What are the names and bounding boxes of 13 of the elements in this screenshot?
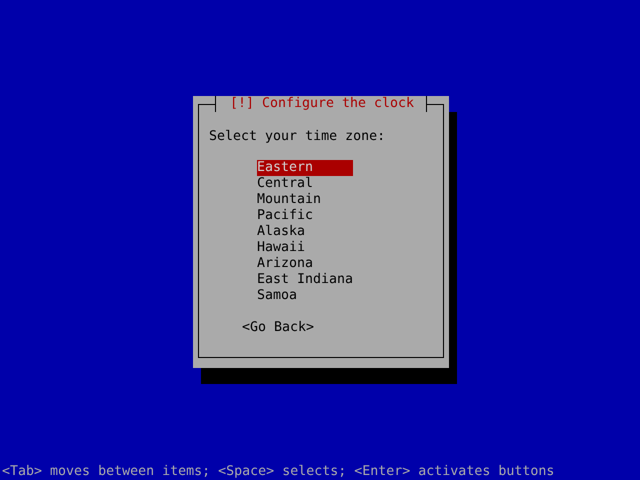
prompt-text: Select your time zone: [209, 129, 386, 145]
time-zone-option[interactable]: Eastern [257, 160, 353, 176]
time-zone-option[interactable]: Central [257, 176, 353, 192]
time-zone-option[interactable]: Hawaii [257, 240, 353, 256]
time-zone-option[interactable]: Arizona [257, 256, 353, 272]
go-back-button[interactable]: <Go Back> [242, 320, 314, 336]
time-zone-option[interactable]: Alaska [257, 224, 353, 240]
time-zone-option[interactable]: Mountain [257, 192, 353, 208]
time-zone-option[interactable]: East Indiana [257, 272, 353, 288]
time-zone-option[interactable]: Samoa [257, 288, 353, 304]
time-zone-option[interactable]: Pacific [257, 208, 353, 224]
dialog-title: [!] Configure the clock [214, 96, 428, 112]
keyboard-hint: <Tab> moves between items; <Space> selects; <Enter> activates buttons [1, 464, 556, 480]
